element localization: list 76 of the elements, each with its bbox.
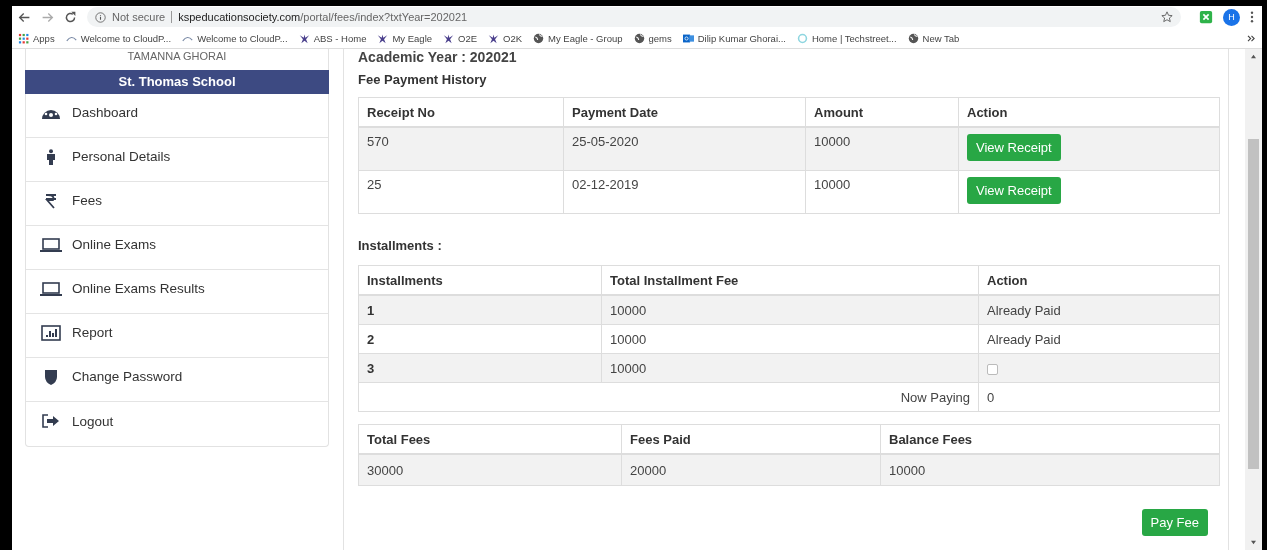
bookmark-item[interactable]: O2K [488, 32, 523, 44]
back-icon[interactable] [18, 10, 31, 24]
table-cell: 10000 [805, 127, 959, 171]
table-cell: 0 [978, 382, 1220, 412]
rupee-icon [45, 192, 57, 209]
bookmark-item[interactable]: Welcome to CloudP... [182, 32, 288, 44]
logout-icon [42, 414, 60, 428]
bookmark-item[interactable]: Apps [18, 32, 55, 44]
menu-icon[interactable] [1250, 11, 1254, 23]
laptop-icon [40, 281, 62, 296]
table-cell: 2 [358, 324, 602, 354]
sidebar-item[interactable]: Online Exams [26, 226, 328, 270]
globe-icon [533, 32, 545, 44]
bird-icon [377, 32, 389, 44]
bookmark-item[interactable]: gems [633, 32, 672, 44]
scroll-up-icon[interactable] [1250, 54, 1257, 59]
school-banner: St. Thomas School [25, 70, 329, 94]
status-text: Already Paid [987, 302, 1061, 318]
bookmark-item[interactable]: O2E [443, 32, 478, 44]
student-name: TAMANNA GHORAI [126, 49, 228, 64]
table-cell: 570 [358, 127, 564, 171]
sidebar-item[interactable]: Logout [26, 402, 328, 446]
apps-grid-icon [18, 32, 29, 44]
now-paying-label: Now Paying [900, 389, 970, 405]
info-icon [95, 11, 106, 23]
star-icon[interactable] [1161, 11, 1173, 23]
academic-year-heading: Academic Year : 202021 [358, 49, 518, 64]
globe-icon [633, 32, 645, 44]
laptop-icon [40, 237, 62, 252]
bird-icon [298, 32, 310, 44]
sidebar-item[interactable]: Personal Details [26, 138, 328, 182]
mail-icon [682, 32, 694, 44]
table-cell: 30000 [358, 454, 622, 486]
person-icon [45, 148, 57, 165]
table-cell: 02-12-2019 [563, 170, 806, 214]
more-bookmarks-icon[interactable] [1247, 34, 1256, 42]
checkbox[interactable] [987, 363, 998, 375]
bookmark-item[interactable]: My Eagle - Group [533, 32, 623, 44]
security-label: Not secure [112, 11, 166, 23]
table-cell: 10000 [880, 454, 1220, 486]
table-cell: 1 [358, 295, 602, 325]
bookmark-item[interactable]: New Tab [907, 32, 960, 44]
chart-icon [41, 324, 61, 341]
table-cell: 10000 [601, 353, 979, 383]
table-cell: 10000 [601, 324, 979, 354]
section-title: Fee Payment History [358, 72, 488, 87]
bookmark-item[interactable]: Dilip Kumar Ghorai... [682, 32, 786, 44]
profile-avatar[interactable]: H [1223, 8, 1240, 26]
scroll-down-icon[interactable] [1250, 540, 1257, 545]
table-cell: 25 [358, 170, 564, 214]
sidebar-item[interactable]: Report [26, 314, 328, 358]
section-title: Installments : [358, 238, 443, 253]
globe-icon [907, 32, 919, 44]
bookmark-item[interactable]: ABS - Home [298, 32, 367, 44]
url-text: kspeducationsociety.com/portal/fees/index?txtYear=202021 [178, 11, 469, 23]
ring-icon [796, 32, 808, 44]
table-cell: 10000 [805, 170, 959, 214]
table-cell: 3 [358, 353, 602, 383]
sidebar-item[interactable]: Change Password [26, 358, 328, 402]
table-cell: 25-05-2020 [563, 127, 806, 171]
sidebar-item[interactable]: Fees [26, 182, 328, 226]
table-cell: 20000 [621, 454, 881, 486]
bookmark-item[interactable]: Welcome to CloudP... [65, 32, 172, 44]
scrollbar[interactable] [1245, 49, 1262, 550]
extension-icon[interactable] [1199, 10, 1213, 24]
reload-icon[interactable] [64, 10, 77, 24]
sidebar-item[interactable]: Online Exams Results [26, 270, 328, 314]
sidebar-item[interactable]: Dashboard [26, 94, 328, 138]
bookmark-item[interactable]: Home | Techstreet... [796, 32, 897, 44]
bookmark-item[interactable]: My Eagle [377, 32, 433, 44]
shield-icon [44, 368, 58, 385]
table-cell: 10000 [601, 295, 979, 325]
status-text: Already Paid [987, 331, 1061, 347]
bird-icon [488, 32, 500, 44]
bird-icon [443, 32, 455, 44]
address-bar[interactable]: Not secure kspeducationsociety.com/portal/fees/index?txtYear=202021 [87, 7, 1181, 27]
